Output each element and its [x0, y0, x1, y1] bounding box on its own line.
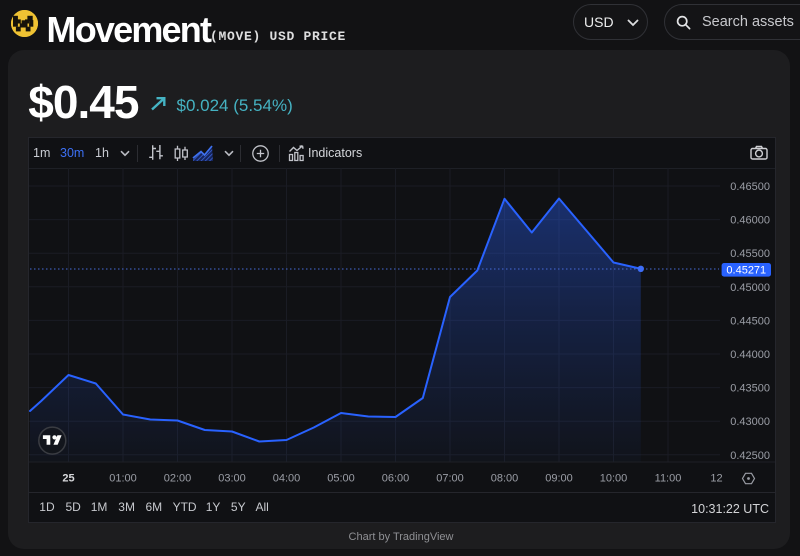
svg-text:02:00: 02:00: [164, 473, 192, 485]
svg-text:10:00: 10:00: [600, 473, 628, 485]
svg-text:08:00: 08:00: [491, 473, 519, 485]
svg-text:0.44000: 0.44000: [730, 349, 770, 361]
svg-text:0.45500: 0.45500: [730, 248, 770, 260]
svg-text:09:00: 09:00: [545, 473, 573, 485]
svg-text:0.44500: 0.44500: [730, 315, 770, 327]
svg-text:0.43000: 0.43000: [730, 416, 770, 428]
svg-text:06:00: 06:00: [382, 473, 410, 485]
svg-text:01:00: 01:00: [109, 473, 137, 485]
svg-text:25: 25: [62, 473, 74, 485]
svg-text:04:00: 04:00: [273, 473, 301, 485]
svg-text:07:00: 07:00: [436, 473, 464, 485]
svg-text:12: 12: [710, 473, 722, 485]
svg-text:0.43500: 0.43500: [730, 383, 770, 395]
svg-text:05:00: 05:00: [327, 473, 355, 485]
svg-text:0.45000: 0.45000: [730, 282, 770, 294]
svg-text:11:00: 11:00: [655, 473, 682, 485]
svg-text:0.42500: 0.42500: [730, 450, 770, 462]
svg-text:0.45271: 0.45271: [726, 265, 766, 277]
svg-text:0.46500: 0.46500: [730, 181, 770, 193]
svg-text:03:00: 03:00: [218, 473, 246, 485]
svg-text:0.46000: 0.46000: [730, 215, 770, 227]
